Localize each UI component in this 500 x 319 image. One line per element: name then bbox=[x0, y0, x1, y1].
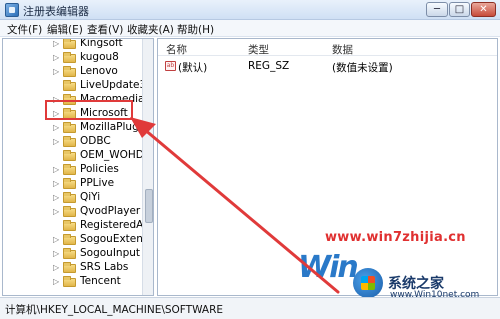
tree-item-label: Lenovo bbox=[80, 65, 118, 77]
menu-file[interactable]: 文件(F) bbox=[7, 22, 42, 37]
menu-bar: 文件(F) 编辑(E) 查看(V) 收藏夹(A) 帮助(H) bbox=[0, 20, 500, 37]
expand-arrow-icon[interactable]: ▷ bbox=[53, 235, 59, 244]
folder-icon bbox=[63, 66, 76, 77]
folder-icon bbox=[63, 178, 76, 189]
folder-icon bbox=[63, 80, 76, 91]
tree-item-odbc[interactable]: ▷ ODBC bbox=[3, 135, 143, 149]
tree-item-pplive[interactable]: ▷ PPLive bbox=[3, 177, 143, 191]
minimize-button[interactable]: ─ bbox=[426, 2, 448, 17]
folder-icon bbox=[63, 39, 76, 49]
title-bar: 注册表编辑器 ─ □ ✕ bbox=[0, 0, 500, 20]
tree-item-label: OEM_WOHD bbox=[80, 149, 144, 161]
tree-item-label: ODBC bbox=[80, 135, 111, 147]
value-type: REG_SZ bbox=[248, 60, 290, 72]
expand-arrow-icon[interactable]: ▷ bbox=[53, 39, 59, 48]
tree-item-mozillaplugins[interactable]: ▷ MozillaPlugi bbox=[3, 121, 143, 135]
tree-item-registeredapplications[interactable]: RegisteredAppli bbox=[3, 219, 153, 233]
folder-icon bbox=[63, 122, 76, 133]
tree-item-tencent[interactable]: ▷ Tencent bbox=[3, 275, 143, 289]
tree-item-label: Tencent bbox=[80, 275, 121, 287]
expand-arrow-icon[interactable]: ▷ bbox=[53, 179, 59, 188]
expand-arrow-icon[interactable]: ▷ bbox=[53, 193, 59, 202]
folder-icon bbox=[63, 262, 76, 273]
expand-arrow-icon[interactable]: ▷ bbox=[53, 53, 59, 62]
folder-icon bbox=[63, 52, 76, 63]
value-data: (数值未设置) bbox=[332, 62, 393, 74]
expand-arrow-icon[interactable]: ▷ bbox=[53, 207, 59, 216]
tree-item-qiyi[interactable]: ▷ QiYi bbox=[3, 191, 143, 205]
menu-help[interactable]: 帮助(H) bbox=[177, 22, 214, 37]
tree-item-liveupdate360[interactable]: LiveUpdate360 bbox=[3, 79, 153, 93]
tree-item-policies[interactable]: ▷ Policies bbox=[3, 163, 143, 177]
registry-path: 计算机\HKEY_LOCAL_MACHINE\SOFTWARE bbox=[5, 304, 223, 316]
window-title: 注册表编辑器 bbox=[23, 5, 89, 18]
tree-item-kingsoft[interactable]: ▷ Kingsoft bbox=[3, 38, 143, 51]
menu-view[interactable]: 查看(V) bbox=[87, 22, 123, 37]
expand-arrow-icon[interactable]: ▷ bbox=[53, 249, 59, 258]
tree-item-label: MozillaPlugi bbox=[80, 121, 142, 133]
microsoft-highlight-box bbox=[45, 100, 133, 120]
tree-item-label: SRS Labs bbox=[80, 261, 129, 273]
expand-arrow-icon[interactable]: ▷ bbox=[53, 263, 59, 272]
tree-item-label: QvodPlayer bbox=[80, 205, 141, 217]
tree-scrollbar[interactable] bbox=[142, 39, 153, 295]
windows-logo-icon bbox=[353, 268, 383, 298]
expand-arrow-icon[interactable]: ▷ bbox=[53, 165, 59, 174]
tree-item-label: kugou8 bbox=[80, 51, 119, 63]
status-bar: 计算机\HKEY_LOCAL_MACHINE\SOFTWARE bbox=[0, 297, 500, 319]
folder-icon bbox=[63, 164, 76, 175]
scrollbar-thumb[interactable] bbox=[145, 189, 153, 223]
header-divider bbox=[158, 55, 497, 56]
tree-item-label: QiYi bbox=[80, 191, 101, 203]
maximize-button[interactable]: □ bbox=[449, 2, 470, 17]
tree-item-label: PPLive bbox=[80, 177, 115, 189]
folder-icon bbox=[63, 150, 76, 161]
tree-item-oem-wohd[interactable]: OEM_WOHD bbox=[3, 149, 144, 163]
tree-item-label: SogouInput bbox=[80, 247, 141, 259]
registry-tree[interactable]: ▷ Kingsoft ▷ kugou8 ▷ Lenovo LiveUpdate3… bbox=[2, 38, 154, 296]
folder-icon bbox=[63, 136, 76, 147]
folder-icon bbox=[63, 276, 76, 287]
folder-icon bbox=[63, 192, 76, 203]
tree-item-label: Kingsoft bbox=[80, 38, 123, 49]
tree-item-srs-labs[interactable]: ▷ SRS Labs bbox=[3, 261, 143, 275]
expand-arrow-icon[interactable]: ▷ bbox=[53, 137, 59, 146]
watermark-win-logo: Win bbox=[298, 250, 359, 285]
folder-icon bbox=[63, 234, 76, 245]
tree-item-kugou8[interactable]: ▷ kugou8 bbox=[3, 51, 143, 65]
folder-icon bbox=[63, 248, 76, 259]
watermark-site-top: www.win7zhijia.cn bbox=[325, 230, 466, 245]
folder-icon bbox=[63, 220, 76, 231]
expand-arrow-icon[interactable]: ▷ bbox=[53, 277, 59, 286]
regedit-icon bbox=[5, 3, 19, 17]
tree-item-sogouinput[interactable]: ▷ SogouInput bbox=[3, 247, 143, 261]
expand-arrow-icon[interactable]: ▷ bbox=[53, 123, 59, 132]
tree-item-lenovo[interactable]: ▷ Lenovo bbox=[3, 65, 143, 79]
menu-edit[interactable]: 编辑(E) bbox=[47, 22, 83, 37]
tree-item-sogouextension[interactable]: ▷ SogouExtension bbox=[3, 233, 153, 247]
folder-icon bbox=[63, 206, 76, 217]
string-value-icon: ab bbox=[165, 61, 176, 71]
close-button[interactable]: ✕ bbox=[471, 2, 496, 17]
tree-item-label: Policies bbox=[80, 163, 119, 175]
menu-favorites[interactable]: 收藏夹(A) bbox=[127, 22, 174, 37]
tree-item-qvodplayer[interactable]: ▷ QvodPlayer bbox=[3, 205, 143, 219]
expand-arrow-icon[interactable]: ▷ bbox=[53, 67, 59, 76]
value-name: (默认) bbox=[178, 62, 208, 74]
